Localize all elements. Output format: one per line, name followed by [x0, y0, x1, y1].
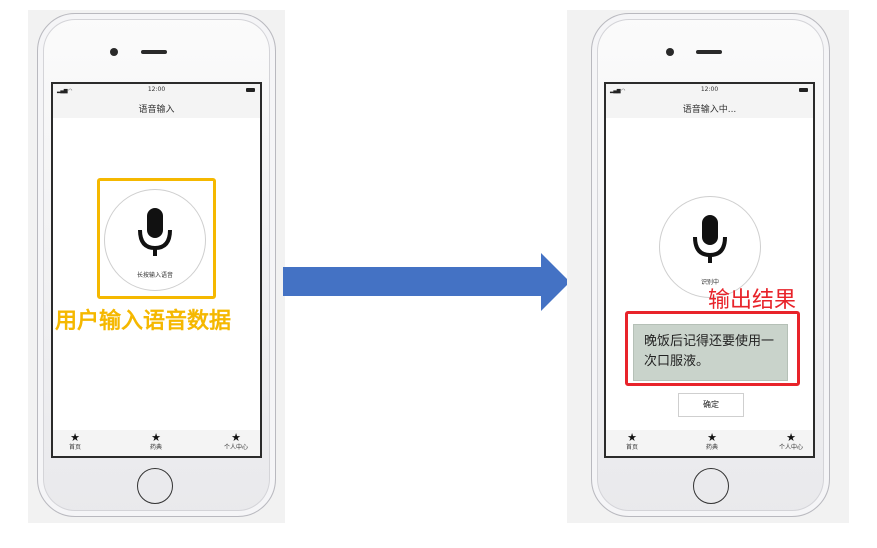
status-time: 12:00 [700, 86, 719, 93]
tab-profile[interactable]: ★ 个人中心 [771, 432, 811, 452]
camera-icon [110, 48, 118, 56]
star-icon: ★ [627, 431, 637, 444]
input-caption: 用户输入语音数据 [55, 309, 232, 334]
speaker-icon [696, 50, 722, 54]
tab-label: 个人中心 [778, 444, 803, 451]
status-bar: ▂▄▆ ◠ 12:00 [606, 84, 813, 98]
tab-label: 首页 [68, 444, 81, 451]
right-screen: ▂▄▆ ◠ 12:00 语音输入中... 识别中 晚饭后记得还要使用一次口服液。… [604, 82, 815, 458]
nav-bar: 语音输入中... [606, 98, 813, 118]
battery-icon [799, 88, 808, 92]
nav-bar: 语音输入 [53, 98, 260, 118]
output-highlight-box [625, 311, 800, 386]
tab-label: 个人中心 [223, 444, 248, 451]
tab-label: 药典 [705, 444, 718, 451]
tab-label: 药典 [149, 444, 162, 451]
tab-profile[interactable]: ★ 个人中心 [216, 432, 256, 452]
right-phone-frame: ▂▄▆ ◠ 12:00 语音输入中... 识别中 晚饭后记得还要使用一次口服液。… [591, 13, 830, 517]
status-bar: ▂▄▆ ◠ 12:00 [53, 84, 260, 98]
home-button[interactable] [693, 468, 729, 504]
battery-icon [246, 88, 255, 92]
output-caption: 输出结果 [708, 288, 797, 313]
microphone-icon [693, 215, 727, 263]
tab-bar: ★ 首页 ★ 药典 ★ 个人中心 [606, 430, 813, 456]
tab-pharmacopeia[interactable]: ★ 药典 [136, 432, 176, 452]
camera-icon [666, 48, 674, 56]
home-button[interactable] [137, 468, 173, 504]
star-icon: ★ [786, 431, 796, 444]
tab-home[interactable]: ★ 首页 [55, 432, 95, 452]
star-icon: ★ [151, 431, 161, 444]
star-icon: ★ [231, 431, 241, 444]
tab-home[interactable]: ★ 首页 [612, 432, 652, 452]
tab-pharmacopeia[interactable]: ★ 药典 [692, 432, 732, 452]
confirm-button[interactable]: 确定 [678, 393, 744, 417]
input-highlight-box [97, 178, 216, 299]
status-time: 12:00 [147, 86, 166, 93]
tab-label: 首页 [625, 444, 638, 451]
page-title: 语音输入 [138, 105, 175, 115]
right-arrow-icon [283, 253, 570, 311]
page-title: 语音输入中... [682, 105, 737, 115]
star-icon: ★ [707, 431, 717, 444]
speaker-icon [141, 50, 167, 54]
tab-bar: ★ 首页 ★ 药典 ★ 个人中心 [53, 430, 260, 456]
star-icon: ★ [70, 431, 80, 444]
